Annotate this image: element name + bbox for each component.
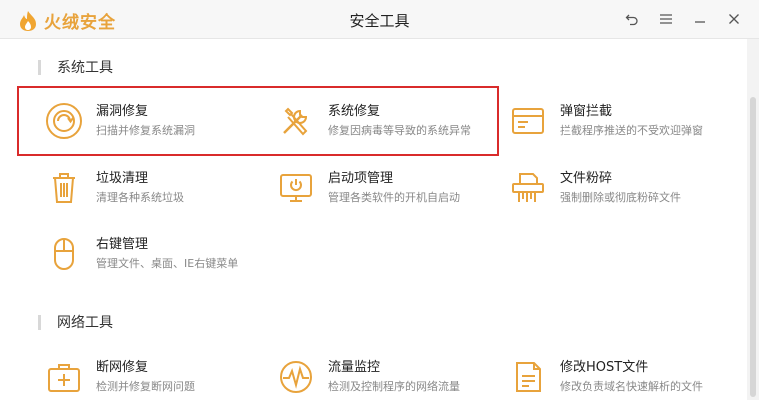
tool-name: 修改HOST文件 xyxy=(560,360,649,375)
close-icon xyxy=(729,14,739,24)
vulnerability-repair-icon xyxy=(44,101,84,141)
section-network-tools: 网络工具 xyxy=(38,312,113,332)
tool-desc: 修复因病毒等导致的系统异常 xyxy=(328,124,471,137)
minimize-button[interactable] xyxy=(689,9,711,29)
tool-name: 系统修复 xyxy=(328,104,381,119)
tool-name: 垃圾清理 xyxy=(96,171,149,186)
traffic-monitor-icon xyxy=(276,357,316,397)
tool-desc: 修改负责域名快速解析的文件 xyxy=(560,380,703,393)
tool-name: 断网修复 xyxy=(96,360,149,375)
tool-name: 文件粉碎 xyxy=(560,171,613,186)
section-system-tools: 系统工具 xyxy=(38,57,113,77)
back-button[interactable] xyxy=(621,9,643,29)
tool-desc: 管理文件、桌面、IE右键菜单 xyxy=(96,257,239,270)
tool-junk-clean[interactable]: 垃圾清理 清理各种系统垃圾 xyxy=(44,163,184,213)
shredder-icon xyxy=(508,168,548,208)
close-button[interactable] xyxy=(723,9,745,29)
section-bar xyxy=(38,314,41,330)
tool-desc: 扫描并修复系统漏洞 xyxy=(96,124,195,137)
minimize-icon xyxy=(695,21,705,23)
popup-block-icon xyxy=(508,101,548,141)
tool-system-repair[interactable]: 系统修复 修复因病毒等导致的系统异常 xyxy=(276,96,471,146)
tool-modify-host-file[interactable]: 修改HOST文件 修改负责域名快速解析的文件 xyxy=(508,352,703,402)
title-bar: 火绒安全 安全工具 xyxy=(0,0,759,39)
tool-desc: 拦截程序推送的不受欢迎弹窗 xyxy=(560,124,703,137)
mouse-icon xyxy=(44,234,84,274)
network-repair-icon xyxy=(44,357,84,397)
vertical-scrollbar[interactable] xyxy=(747,39,759,400)
tool-name: 流量监控 xyxy=(328,360,381,375)
tool-name: 弹窗拦截 xyxy=(560,104,613,119)
undo-icon xyxy=(625,14,638,26)
tool-desc: 管理各类软件的开机自启动 xyxy=(328,191,460,204)
trash-icon xyxy=(44,168,84,208)
tool-desc: 检测及控制程序的网络流量 xyxy=(328,380,460,393)
tool-name: 漏洞修复 xyxy=(96,104,149,119)
tool-popup-block[interactable]: 弹窗拦截 拦截程序推送的不受欢迎弹窗 xyxy=(508,96,703,146)
scrollbar-thumb[interactable] xyxy=(750,97,756,397)
tool-context-menu-manager[interactable]: 右键管理 管理文件、桌面、IE右键菜单 xyxy=(44,229,238,279)
window-controls xyxy=(621,9,745,29)
tool-network-repair[interactable]: 断网修复 检测并修复断网问题 xyxy=(44,352,195,402)
tool-desc: 强制删除或彻底粉碎文件 xyxy=(560,191,681,204)
tool-file-shredder[interactable]: 文件粉碎 强制删除或彻底粉碎文件 xyxy=(508,163,681,213)
tool-desc: 检测并修复断网问题 xyxy=(96,380,195,393)
host-file-icon xyxy=(508,357,548,397)
menu-icon xyxy=(660,14,672,24)
menu-button[interactable] xyxy=(655,9,677,29)
tool-desc: 清理各种系统垃圾 xyxy=(96,191,184,204)
section-bar xyxy=(38,59,41,75)
tools-panel: 系统工具 漏洞修复 扫描并修复系统漏洞 系统修复 修复因病毒等导致的系统异常 弹… xyxy=(0,39,745,400)
tool-traffic-monitor[interactable]: 流量监控 检测及控制程序的网络流量 xyxy=(276,352,460,402)
tool-name: 启动项管理 xyxy=(328,171,394,186)
tool-vulnerability-repair[interactable]: 漏洞修复 扫描并修复系统漏洞 xyxy=(44,96,195,146)
section-title: 网络工具 xyxy=(57,315,113,331)
tool-name: 右键管理 xyxy=(96,237,149,252)
tool-startup-manager[interactable]: 启动项管理 管理各类软件的开机自启动 xyxy=(276,163,460,213)
section-title: 系统工具 xyxy=(57,60,113,76)
startup-icon xyxy=(276,168,316,208)
system-repair-icon xyxy=(276,101,316,141)
